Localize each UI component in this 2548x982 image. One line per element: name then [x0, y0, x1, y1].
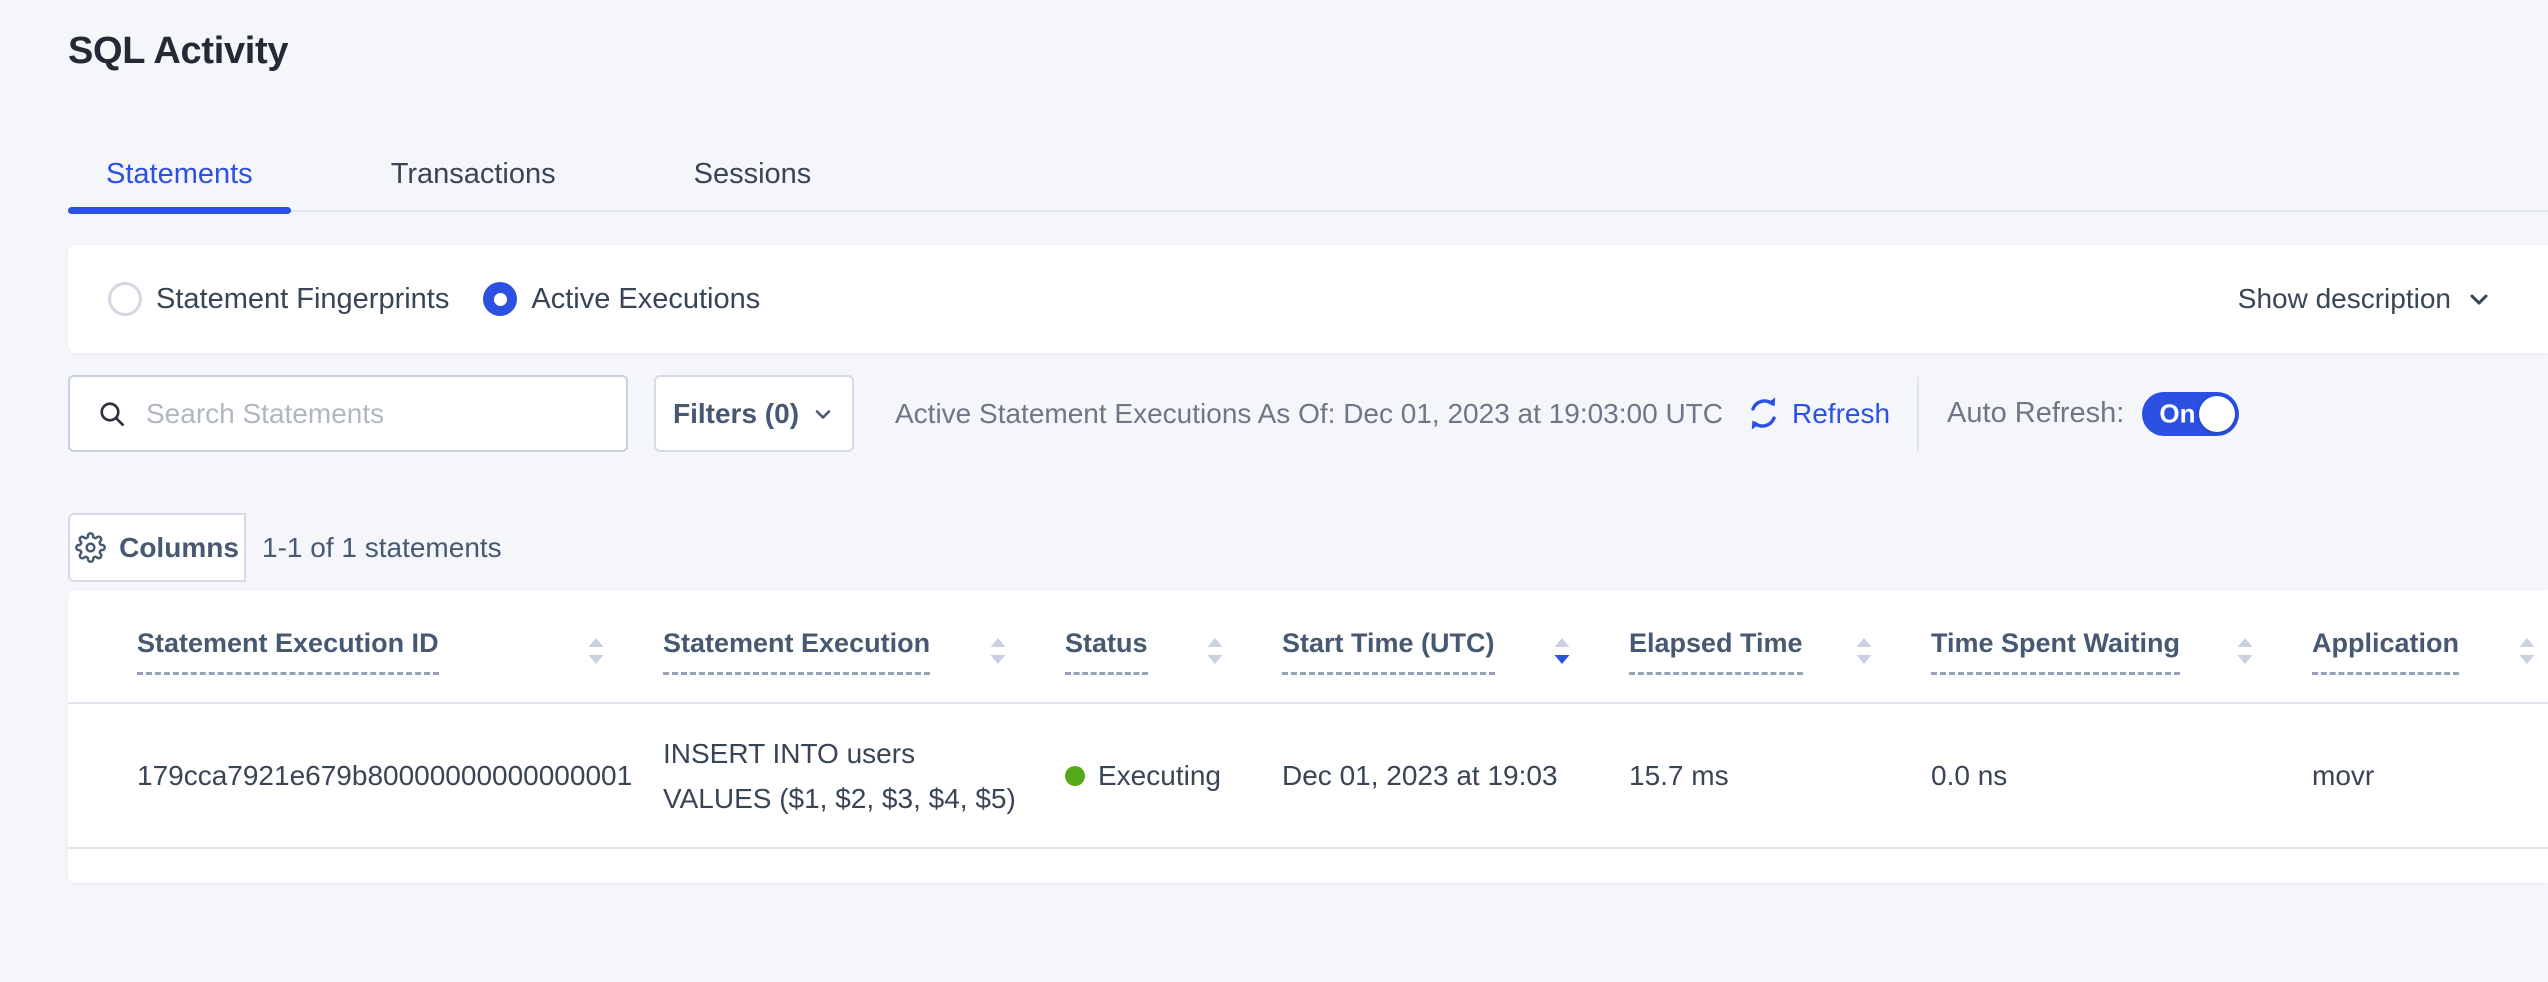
auto-refresh-label: Auto Refresh:: [1947, 397, 2124, 430]
cell-statement[interactable]: INSERT INTO users VALUES ($1, $2, $3, $4…: [663, 703, 1065, 848]
show-description-label: Show description: [2238, 283, 2451, 315]
sort-icon[interactable]: [987, 635, 1009, 667]
radio-circle[interactable]: [483, 282, 517, 316]
radio-active-executions[interactable]: Active Executions: [483, 282, 760, 316]
vertical-divider: [1917, 377, 1919, 451]
gear-icon: [75, 532, 106, 563]
statements-table-card: Statement Execution ID Statement Executi…: [68, 590, 2548, 883]
toggle-knob[interactable]: [2199, 396, 2235, 432]
column-header-start-time[interactable]: Start Time (UTC): [1282, 590, 1629, 703]
cell-application: movr: [2312, 703, 2548, 848]
cell-start-time: Dec 01, 2023 at 19:03: [1282, 703, 1629, 848]
radio-label: Statement Fingerprints: [156, 283, 449, 316]
cell-execution-id: 179cca7921e679b80000000000000001: [68, 703, 663, 848]
search-icon: [96, 398, 128, 430]
sort-icon[interactable]: [1204, 635, 1226, 667]
column-header-status[interactable]: Status: [1065, 590, 1282, 703]
sort-icon[interactable]: [2516, 635, 2538, 667]
cell-status: Executing: [1065, 703, 1282, 848]
column-header-application[interactable]: Application: [2312, 590, 2548, 703]
column-header-elapsed-time[interactable]: Elapsed Time: [1629, 590, 1931, 703]
view-mode-card: Statement Fingerprints Active Executions…: [68, 245, 2548, 353]
columns-button[interactable]: Columns: [68, 513, 246, 582]
refresh-icon: [1745, 395, 1782, 432]
column-header-time-spent-waiting[interactable]: Time Spent Waiting: [1931, 590, 2312, 703]
radio-circle[interactable]: [108, 282, 142, 316]
filters-label: Filters (0): [673, 398, 799, 430]
columns-label: Columns: [119, 532, 239, 564]
auto-refresh-toggle[interactable]: On: [2142, 392, 2239, 436]
results-count: 1-1 of 1 statements: [262, 532, 502, 564]
table-toolbar: Columns 1-1 of 1 statements: [68, 513, 502, 582]
cell-elapsed-time: 15.7 ms: [1629, 703, 1931, 848]
refresh-button[interactable]: Refresh: [1745, 395, 1890, 432]
search-input[interactable]: [146, 398, 606, 430]
sort-icon[interactable]: [1551, 635, 1573, 667]
filters-button[interactable]: Filters (0): [654, 375, 854, 452]
table-row: 179cca7921e679b80000000000000001 INSERT …: [68, 703, 2548, 848]
chevron-down-icon: [811, 402, 835, 426]
chevron-down-icon: [2465, 285, 2493, 313]
tab-transactions[interactable]: Transactions: [353, 138, 594, 210]
refresh-label: Refresh: [1792, 398, 1890, 430]
radio-statement-fingerprints[interactable]: Statement Fingerprints: [108, 282, 449, 316]
statements-table: Statement Execution ID Statement Executi…: [68, 590, 2548, 849]
page-title: SQL Activity: [68, 30, 288, 73]
tab-sessions[interactable]: Sessions: [656, 138, 850, 210]
status-label: Executing: [1098, 760, 1221, 792]
controls-row: Filters (0) Active Statement Executions …: [68, 375, 2548, 452]
sort-icon[interactable]: [1853, 635, 1875, 667]
sort-icon[interactable]: [585, 635, 607, 667]
tab-bar: Statements Transactions Sessions: [68, 138, 2548, 212]
tab-statements[interactable]: Statements: [68, 138, 291, 210]
as-of-text: Active Statement Executions As Of: Dec 0…: [895, 398, 1723, 430]
show-description-button[interactable]: Show description: [2238, 283, 2493, 315]
toggle-state-label: On: [2159, 398, 2195, 429]
search-box[interactable]: [68, 375, 628, 452]
status-executing-dot: [1065, 766, 1085, 786]
table-header-row: Statement Execution ID Statement Executi…: [68, 590, 2548, 703]
column-header-statement-execution-id[interactable]: Statement Execution ID: [68, 590, 663, 703]
column-header-statement-execution[interactable]: Statement Execution: [663, 590, 1065, 703]
sort-icon[interactable]: [2234, 635, 2256, 667]
radio-label: Active Executions: [531, 283, 760, 316]
cell-time-spent-waiting: 0.0 ns: [1931, 703, 2312, 848]
